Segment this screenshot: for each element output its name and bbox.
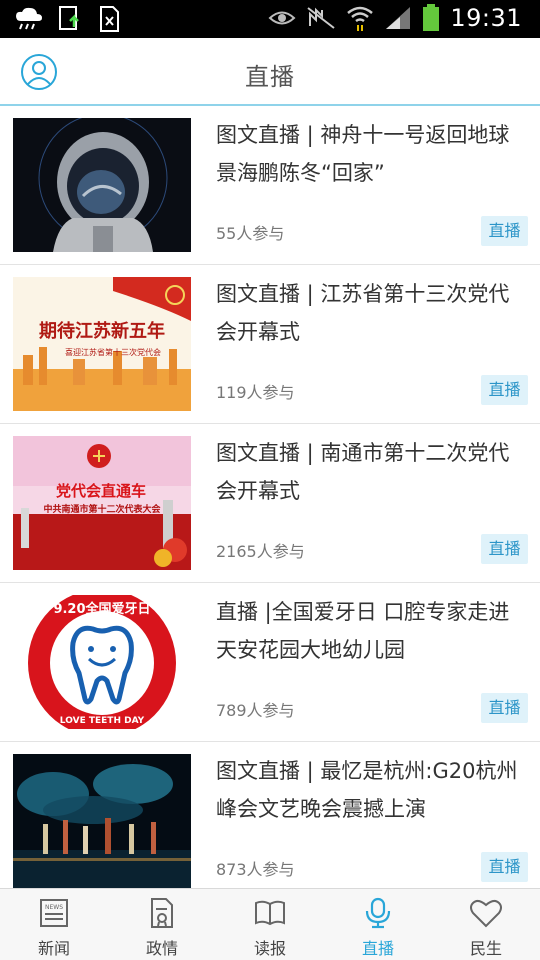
live-badge: 直播: [481, 852, 528, 882]
tab-read-paper[interactable]: 读报: [216, 889, 324, 960]
newspaper-icon: NEWS: [40, 899, 68, 927]
item-title: 直播 |全国爱牙日 口腔专家走进天安花园大地幼儿园: [216, 600, 510, 662]
poster-headline: 期待江苏新五年: [39, 320, 165, 342]
participant-count: 789人参与: [216, 701, 295, 720]
list-item[interactable]: 9.20全国爱牙日 LOVE TEETH DAY 直播 |全国爱牙日 口腔专家走…: [0, 583, 540, 742]
live-badge: 直播: [481, 375, 528, 405]
tab-label: 直播: [361, 939, 394, 958]
item-title: 图文直播 | 江苏省第十三次党代会开幕式: [216, 282, 510, 344]
svg-text:NEWS: NEWS: [45, 904, 63, 911]
tab-label: 新闻: [37, 939, 70, 958]
tab-livelihood[interactable]: 民生: [432, 889, 540, 960]
list-item[interactable]: 期待江苏新五年 喜迎江苏省第十三次党代会 图文直播 | 江苏省第十三次党代会开幕…: [0, 265, 540, 424]
tab-label: 民生: [469, 939, 502, 958]
upload-file-icon: [59, 6, 79, 30]
microphone-icon: [365, 897, 391, 929]
weather-rain-icon: [16, 7, 42, 30]
logo-bottom-text: LOVE TEETH DAY: [60, 716, 145, 726]
page-title: 直播: [245, 63, 295, 91]
participant-count: 119人参与: [216, 383, 295, 402]
tab-label: 政情: [145, 939, 178, 958]
clock-time: 19:31: [450, 4, 522, 32]
live-list: 图文直播 | 神舟十一号返回地球 景海鹏陈冬“回家” 55人参与 直播 期待江苏…: [0, 106, 540, 901]
list-item[interactable]: 图文直播 | 神舟十一号返回地球 景海鹏陈冬“回家” 55人参与 直播: [0, 106, 540, 265]
item-title: 图文直播 | 南通市第十二次党代会开幕式: [216, 441, 510, 503]
signal-icon: [386, 7, 411, 29]
live-badge: 直播: [481, 216, 528, 246]
tab-news[interactable]: NEWS 新闻: [0, 889, 108, 960]
open-book-icon: [255, 900, 285, 926]
battery-icon: [423, 4, 440, 31]
participant-count: 873人参与: [216, 860, 295, 879]
document-icon: [151, 898, 173, 928]
live-badge: 直播: [481, 534, 528, 564]
item-title: 图文直播 | 最忆是杭州:G20杭州峰会文艺晚会震撼上演: [216, 759, 518, 821]
tab-live[interactable]: 直播: [324, 889, 432, 960]
list-item[interactable]: 党代会直通车 中共南通市第十二次代表大会 图文直播 | 南通市第十二次党代会开幕…: [0, 424, 540, 583]
wifi-icon: [347, 6, 374, 31]
app-header: 直播: [0, 38, 540, 106]
astronaut-thumbnail: [13, 118, 191, 252]
tab-label: 读报: [253, 939, 286, 958]
logo-top-text: 9.20全国爱牙日: [53, 601, 150, 617]
participant-count: 55人参与: [216, 224, 285, 243]
jiangsu-congress-thumbnail: 期待江苏新五年 喜迎江苏省第十三次党代会: [13, 277, 191, 411]
mute-icon: [307, 7, 335, 29]
bottom-tab-bar: NEWS 新闻 政情 读报 直播 民生: [0, 888, 540, 960]
document-x-icon: [100, 6, 119, 32]
poster-subline: 中共南通市第十二次代表大会: [43, 503, 161, 515]
participant-count: 2165人参与: [216, 542, 305, 561]
heart-icon: [470, 899, 502, 928]
item-title: 图文直播 | 神舟十一号返回地球 景海鹏陈冬“回家”: [216, 123, 510, 185]
love-teeth-day-thumbnail: 9.20全国爱牙日 LOVE TEETH DAY: [13, 595, 191, 729]
status-bar: 19:31: [0, 0, 540, 38]
g20-performance-thumbnail: [13, 754, 191, 888]
tab-politics[interactable]: 政情: [108, 889, 216, 960]
eye-icon: [268, 11, 296, 25]
nantong-congress-thumbnail: 党代会直通车 中共南通市第十二次代表大会: [13, 436, 191, 570]
live-badge: 直播: [481, 693, 528, 723]
list-item[interactable]: 图文直播 | 最忆是杭州:G20杭州峰会文艺晚会震撼上演 873人参与 直播: [0, 742, 540, 901]
poster-headline: 党代会直通车: [56, 482, 146, 500]
poster-subline: 喜迎江苏省第十三次党代会: [65, 347, 161, 357]
